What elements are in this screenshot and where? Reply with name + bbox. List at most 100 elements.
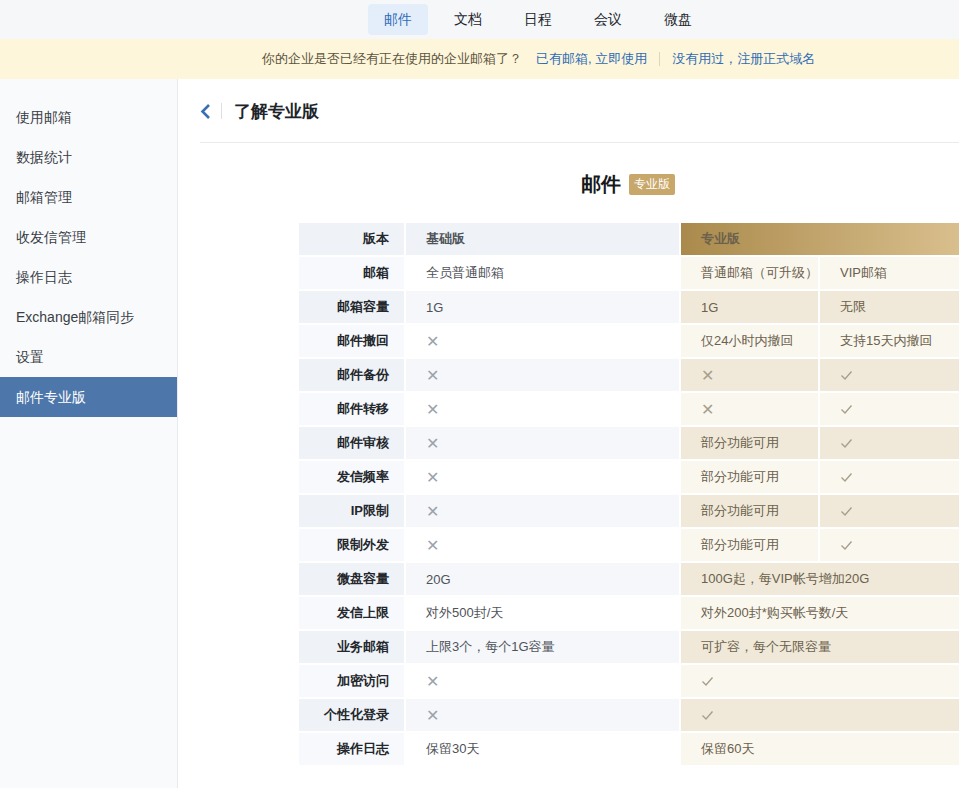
sidebar: 使用邮箱数据统计邮箱管理收发信管理操作日志Exchange邮箱同步设置邮件专业版 [0,79,178,788]
cross-icon: ✕ [426,672,439,691]
pro-vip-value: 无限 [820,291,959,323]
row-label: 限制外发 [299,529,404,561]
basic-value: ✕ [406,495,679,527]
nav-tabs: 邮件文档日程会议微盘 [368,4,708,35]
pro-vip-value [820,495,959,527]
row-label: 邮箱容量 [299,291,404,323]
pro-standard-value: 部分功能可用 [681,529,818,561]
pro-vip-value [820,393,959,425]
header-divider [200,142,959,143]
sidebar-item[interactable]: 邮件专业版 [0,377,177,417]
pro-vip-value: VIP邮箱 [820,257,959,289]
check-icon [701,676,714,687]
basic-value: ✕ [406,325,679,357]
tab-docs[interactable]: 文档 [438,4,498,35]
notice-link-register[interactable]: 没有用过，注册正式域名 [672,50,815,68]
page-title: 了解专业版 [234,100,319,123]
pro-value: 对外200封*购买帐号数/天 [681,597,959,629]
basic-value: ✕ [406,665,679,697]
basic-value: ✕ [406,699,679,731]
sidebar-item[interactable]: 操作日志 [0,257,177,297]
basic-value: ✕ [406,427,679,459]
pro-value [681,699,959,731]
basic-value: 上限3个，每个1G容量 [406,631,679,663]
pro-value [681,665,959,697]
pro-standard-value: 1G [681,291,818,323]
tab-meeting[interactable]: 会议 [578,4,638,35]
table-header-pro: 专业版 [681,223,959,255]
notice-bar: 你的企业是否已经有正在使用的企业邮箱了？ 已有邮箱, 立即使用 没有用过，注册正… [0,39,959,79]
row-label: IP限制 [299,495,404,527]
back-button[interactable] [200,103,211,120]
basic-value: ✕ [406,393,679,425]
comparison-table: 版本基础版专业版邮箱全员普通邮箱普通邮箱（可升级）VIP邮箱邮箱容量1G1G无限… [299,223,957,765]
pro-value: 100G起，每VIP帐号增加20G [681,563,959,595]
table-header-basic: 基础版 [406,223,679,255]
cross-icon: ✕ [426,332,439,351]
sidebar-item[interactable]: 数据统计 [0,137,177,177]
pro-vip-value [820,359,959,391]
notice-link-existing[interactable]: 已有邮箱, 立即使用 [536,50,647,68]
row-label: 操作日志 [299,733,404,765]
cross-icon: ✕ [426,434,439,453]
pro-standard-value: ✕ [681,359,818,391]
product-heading: 邮件 专业版 [299,172,957,196]
cross-icon: ✕ [701,400,714,419]
check-icon [840,370,853,381]
row-label: 邮件撤回 [299,325,404,357]
sidebar-item[interactable]: 邮箱管理 [0,177,177,217]
basic-value: 20G [406,563,679,595]
pro-vip-value [820,461,959,493]
notice-question: 你的企业是否已经有正在使用的企业邮箱了？ [262,50,522,68]
basic-value: ✕ [406,461,679,493]
row-label: 加密访问 [299,665,404,697]
basic-value: 对外500封/天 [406,597,679,629]
row-label: 发信上限 [299,597,404,629]
sidebar-item[interactable]: 设置 [0,337,177,377]
pro-badge: 专业版 [629,174,675,195]
notice-divider [659,52,660,66]
pro-vip-value [820,427,959,459]
pro-vip-value: 支持15天内撤回 [820,325,959,357]
tab-mail[interactable]: 邮件 [368,4,428,35]
sidebar-item[interactable]: 收发信管理 [0,217,177,257]
pro-value: 可扩容，每个无限容量 [681,631,959,663]
cross-icon: ✕ [426,400,439,419]
row-label: 邮件审核 [299,427,404,459]
row-label: 发信频率 [299,461,404,493]
back-chevron-icon [200,103,211,120]
check-icon [701,710,714,721]
check-icon [840,472,853,483]
cross-icon: ✕ [426,706,439,725]
top-nav: 邮件文档日程会议微盘 [0,0,959,39]
cross-icon: ✕ [426,366,439,385]
basic-value: 1G [406,291,679,323]
row-label: 邮件转移 [299,393,404,425]
product-name: 邮件 [581,171,621,198]
check-icon [840,438,853,449]
row-label: 微盘容量 [299,563,404,595]
basic-value: ✕ [406,359,679,391]
tab-drive[interactable]: 微盘 [648,4,708,35]
page: 邮件文档日程会议微盘 你的企业是否已经有正在使用的企业邮箱了？ 已有邮箱, 立即… [0,0,959,788]
row-label: 业务邮箱 [299,631,404,663]
pro-standard-value: 普通邮箱（可升级） [681,257,818,289]
pro-standard-value: 部分功能可用 [681,495,818,527]
title-divider [221,103,222,119]
pro-standard-value: 部分功能可用 [681,461,818,493]
sidebar-item[interactable]: Exchange邮箱同步 [0,297,177,337]
cross-icon: ✕ [426,536,439,555]
table-header-version: 版本 [299,223,404,255]
row-label: 邮箱 [299,257,404,289]
pro-standard-value: 部分功能可用 [681,427,818,459]
row-label: 邮件备份 [299,359,404,391]
pro-standard-value: ✕ [681,393,818,425]
cross-icon: ✕ [701,366,714,385]
main-content: 了解专业版 邮件 专业版 版本基础版专业版邮箱全员普通邮箱普通邮箱（可升级）VI… [178,79,959,788]
pro-value: 保留60天 [681,733,959,765]
sidebar-item[interactable]: 使用邮箱 [0,97,177,137]
basic-value: 全员普通邮箱 [406,257,679,289]
basic-value: 保留30天 [406,733,679,765]
cross-icon: ✕ [426,502,439,521]
tab-schedule[interactable]: 日程 [508,4,568,35]
